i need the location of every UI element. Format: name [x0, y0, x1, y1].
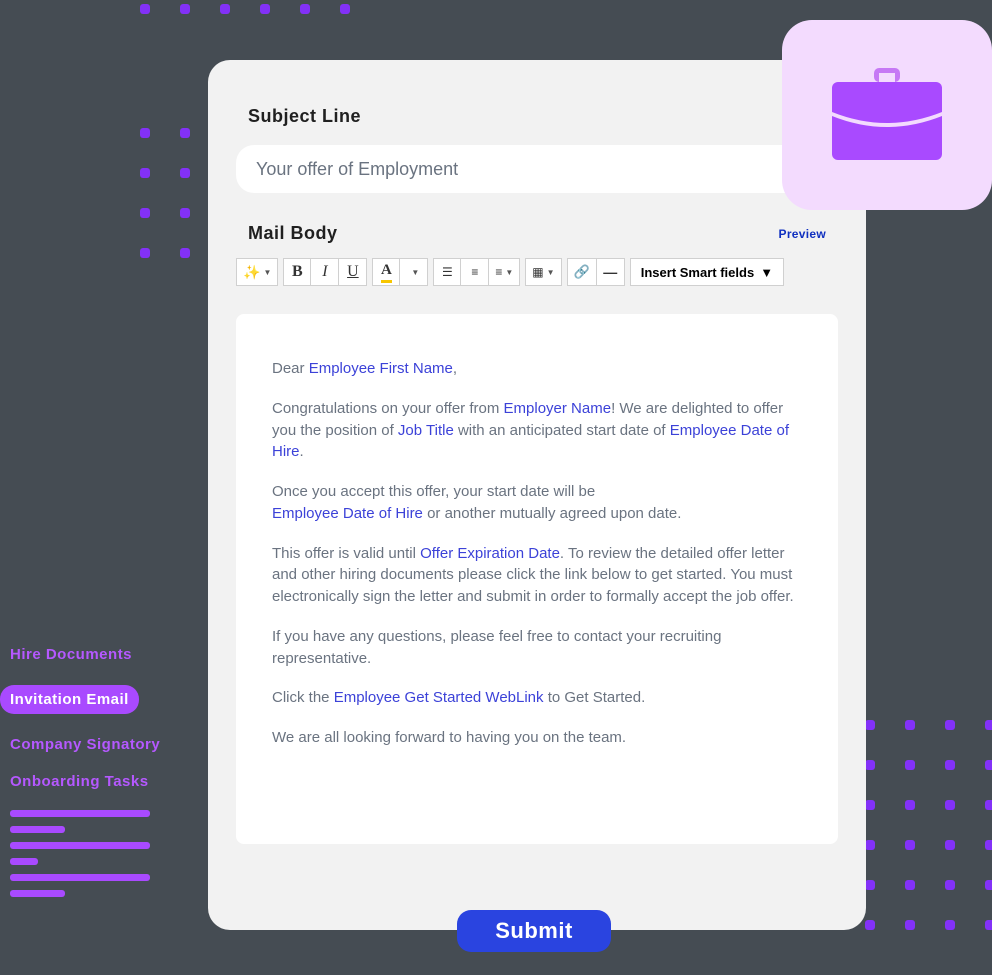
- decorative-dots-top: [140, 4, 350, 44]
- briefcase-icon: [832, 68, 942, 163]
- mail-greeting: Dear Employee First Name,: [272, 358, 802, 380]
- table-button[interactable]: ▦▼: [525, 258, 561, 286]
- smart-field-hire-date-2: Employee Date of Hire: [272, 505, 423, 522]
- preview-link[interactable]: Preview: [779, 227, 826, 241]
- subject-line-label: Subject Line: [248, 106, 826, 127]
- mail-paragraph-5: Click the Employee Get Started WebLink t…: [272, 687, 802, 709]
- sidebar-placeholder-lines: [0, 810, 200, 897]
- subject-input-value: Your offer of Employment: [256, 159, 458, 180]
- mail-paragraph-3: This offer is valid until Offer Expirati…: [272, 543, 802, 608]
- numbered-list-button[interactable]: ≡: [461, 258, 489, 286]
- underline-button[interactable]: U: [339, 258, 367, 286]
- insert-smart-fields-button[interactable]: Insert Smart fields ▼: [630, 258, 784, 286]
- mail-paragraph-2: Once you accept this offer, your start d…: [272, 481, 802, 525]
- bullet-list-icon: ☰: [442, 265, 453, 279]
- bold-button[interactable]: B: [283, 258, 311, 286]
- link-icon: 🔗: [574, 264, 590, 280]
- align-button[interactable]: ≡▼: [489, 258, 520, 286]
- submit-button[interactable]: Submit: [457, 910, 611, 952]
- mail-paragraph-6: We are all looking forward to having you…: [272, 727, 802, 749]
- email-editor-card: Subject Line Your offer of Employment Ma…: [208, 60, 866, 930]
- editor-toolbar: ✨▼ B I U A ▼ ☰ ≡ ≡▼ ▦▼ 🔗 — Insert Smart …: [236, 258, 838, 286]
- mail-paragraph-1: Congratulations on your offer from Emplo…: [272, 398, 802, 463]
- mail-body-editor[interactable]: Dear Employee First Name, Congratulation…: [236, 314, 838, 844]
- smart-field-employee-first-name: Employee First Name: [309, 360, 453, 377]
- sidebar-nav: Hire Documents Invitation Email Company …: [0, 632, 200, 906]
- numbered-list-icon: ≡: [471, 265, 478, 279]
- italic-button[interactable]: I: [311, 258, 339, 286]
- smart-field-job-title: Job Title: [398, 422, 454, 439]
- font-color-button[interactable]: A: [372, 258, 400, 286]
- smart-field-get-started-link: Employee Get Started WebLink: [334, 689, 544, 706]
- font-color-dropdown[interactable]: ▼: [400, 258, 428, 286]
- mail-body-label: Mail Body: [248, 223, 338, 244]
- horizontal-rule-button[interactable]: —: [597, 258, 625, 286]
- sidebar-item-hire-documents[interactable]: Hire Documents: [0, 640, 200, 669]
- decorative-dots-right: [865, 720, 992, 960]
- decorative-dots-left: [140, 128, 190, 288]
- magic-format-button[interactable]: ✨▼: [236, 258, 278, 286]
- subject-input[interactable]: Your offer of Employment: [236, 145, 846, 193]
- bullet-list-button[interactable]: ☰: [433, 258, 461, 286]
- link-button[interactable]: 🔗: [567, 258, 597, 286]
- smart-field-employer-name: Employer Name: [504, 400, 612, 417]
- wand-icon: ✨: [243, 264, 260, 281]
- sidebar-item-company-signatory[interactable]: Company Signatory: [0, 730, 200, 759]
- sidebar-item-onboarding-tasks[interactable]: Onboarding Tasks: [0, 767, 200, 796]
- smart-field-offer-expiration: Offer Expiration Date: [420, 545, 560, 562]
- table-icon: ▦: [532, 265, 543, 279]
- sidebar-item-invitation-email[interactable]: Invitation Email: [0, 685, 139, 714]
- align-icon: ≡: [495, 265, 502, 279]
- briefcase-card: [782, 20, 992, 210]
- insert-smart-fields-label: Insert Smart fields: [641, 265, 754, 280]
- chevron-down-icon: ▼: [760, 265, 773, 280]
- hr-icon: —: [603, 264, 617, 280]
- mail-paragraph-4: If you have any questions, please feel f…: [272, 626, 802, 670]
